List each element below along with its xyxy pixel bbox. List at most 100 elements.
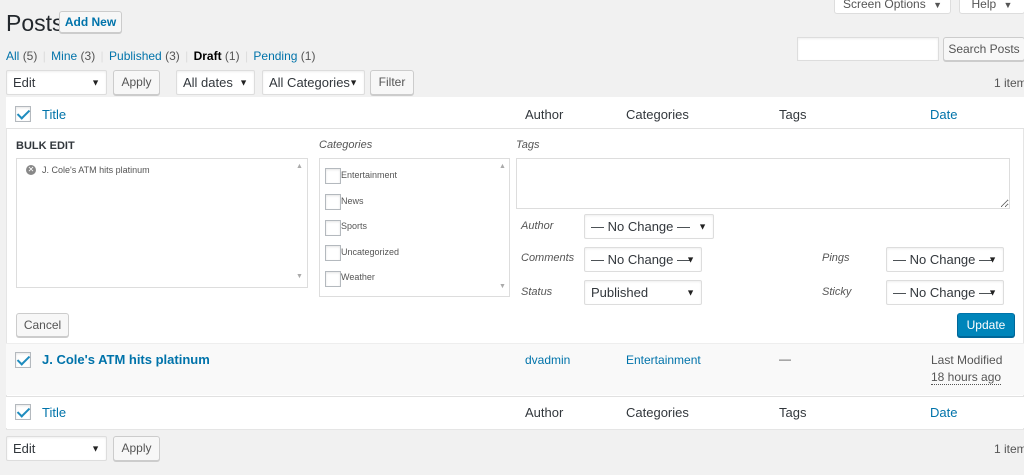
screen-options-label: Screen Options	[843, 0, 926, 11]
table-row	[6, 343, 1024, 395]
chevron-down-icon: ▼	[988, 254, 997, 264]
category-checkbox-news[interactable]	[325, 194, 341, 210]
author-column-footer: Author	[525, 405, 564, 420]
title-column-footer[interactable]: Title	[42, 405, 66, 420]
status-select-value: Published	[591, 285, 649, 300]
search-posts-button[interactable]: Search Posts	[943, 37, 1024, 61]
comments-label: Comments	[521, 252, 575, 264]
filter-pending-count: (1)	[300, 49, 316, 63]
status-select[interactable]: Published ▼	[584, 280, 702, 305]
table-header-row	[6, 97, 1024, 129]
caret-down-icon: ▼	[1003, 0, 1013, 10]
scroll-up-icon[interactable]: ▲	[499, 163, 506, 170]
comments-select[interactable]: — No Change — ▼	[584, 247, 702, 272]
filter-mine-count: (3)	[80, 49, 96, 63]
filter-all-count: (5)	[22, 49, 38, 63]
post-author-link[interactable]: dvadmin	[525, 353, 570, 367]
items-count-bottom: 1 item	[994, 442, 1024, 456]
chevron-down-icon: ▼	[698, 221, 707, 231]
dates-filter-select[interactable]: All dates ▼	[176, 70, 255, 95]
filter-draft-count: (1)	[224, 49, 240, 63]
search-input[interactable]	[797, 37, 939, 61]
filter-draft-link[interactable]: Draft	[194, 49, 222, 63]
category-checkbox-weather[interactable]	[325, 271, 341, 287]
category-label-weather: Weather	[341, 272, 375, 282]
sticky-select[interactable]: — No Change — ▼	[886, 280, 1004, 305]
sticky-select-value: — No Change —	[893, 285, 992, 300]
scroll-up-icon[interactable]: ▲	[296, 163, 303, 170]
post-date-value: 18 hours ago	[931, 370, 1002, 385]
sticky-label: Sticky	[822, 286, 852, 298]
filter-published-link[interactable]: Published	[109, 49, 162, 63]
author-label: Author	[521, 220, 554, 232]
scroll-down-icon[interactable]: ▼	[296, 273, 303, 280]
category-label-entertainment: Entertainment	[341, 170, 398, 180]
status-label: Status	[521, 286, 553, 298]
apply-bottom-button[interactable]: Apply	[113, 436, 160, 461]
categories-column-header: Categories	[626, 107, 689, 122]
scroll-down-icon[interactable]: ▼	[499, 283, 506, 290]
bulk-actions-bottom-select[interactable]: Edit ▼	[6, 436, 107, 461]
category-checkbox-entertainment[interactable]	[325, 168, 341, 184]
filter-published-label: Published	[109, 49, 162, 63]
filter-mine-label: Mine	[51, 49, 78, 63]
filter-draft-label: Draft	[193, 49, 222, 63]
post-title-link[interactable]: J. Cole's ATM hits platinum	[42, 352, 210, 367]
category-label-news: News	[341, 196, 364, 206]
add-new-button[interactable]: Add New	[59, 11, 122, 33]
author-select[interactable]: — No Change — ▼	[584, 214, 714, 239]
filter-all-label: All	[6, 49, 20, 63]
categories-scrollbar[interactable]: ▲ ▼	[497, 159, 509, 296]
tags-column-footer: Tags	[779, 405, 807, 420]
post-category-link[interactable]: Entertainment	[626, 353, 701, 367]
help-button[interactable]: Help ▼	[959, 0, 1024, 14]
filter-all-link[interactable]: All	[6, 49, 19, 63]
screen-options-button[interactable]: Screen Options ▼	[834, 0, 951, 14]
remove-icon[interactable]: ✕	[26, 165, 36, 175]
separator: |	[244, 49, 249, 63]
category-checkbox-uncategorized[interactable]	[325, 245, 341, 261]
separator: |	[42, 49, 46, 63]
separator: |	[100, 49, 104, 63]
apply-button[interactable]: Apply	[113, 70, 160, 95]
filter-pending-link[interactable]: Pending	[253, 49, 297, 63]
select-all-checkbox[interactable]	[15, 106, 31, 122]
cancel-button[interactable]: Cancel	[16, 313, 69, 337]
title-column-header[interactable]: Title	[42, 107, 66, 122]
chevron-down-icon: ▼	[239, 77, 248, 87]
chevron-down-icon: ▼	[91, 443, 100, 453]
categories-filter-value: All Categories	[269, 75, 350, 90]
bulk-edit-heading: BULK EDIT	[16, 140, 75, 152]
row-select-checkbox[interactable]	[15, 352, 31, 368]
categories-filter-select[interactable]: All Categories ▼	[262, 70, 365, 95]
pings-select[interactable]: — No Change — ▼	[886, 247, 1004, 272]
date-column-footer[interactable]: Date	[930, 405, 957, 420]
bulk-edit-post-title: J. Cole's ATM hits platinum	[42, 165, 150, 175]
bulk-actions-select[interactable]: Edit ▼	[6, 70, 107, 95]
pings-select-value: — No Change —	[893, 252, 992, 267]
table-footer-row	[6, 396, 1024, 428]
tags-label: Tags	[516, 139, 540, 151]
tags-column-header: Tags	[779, 107, 807, 122]
status-filter-links: All (5) | Mine (3) | Published (3) | Dra…	[6, 49, 315, 63]
chevron-down-icon: ▼	[91, 77, 100, 87]
post-list-scrollbar[interactable]: ▲ ▼	[294, 159, 306, 287]
category-label-sports: Sports	[341, 221, 368, 231]
update-button[interactable]: Update	[957, 313, 1015, 337]
date-column-header[interactable]: Date	[930, 107, 957, 122]
caret-down-icon: ▼	[933, 0, 942, 10]
page-title: Posts	[6, 10, 64, 36]
filter-button[interactable]: Filter	[370, 70, 414, 95]
category-label-uncategorized: Uncategorized	[341, 247, 400, 257]
category-checkbox-sports[interactable]	[325, 220, 341, 236]
comments-select-value: — No Change —	[591, 252, 690, 267]
tags-textarea[interactable]	[516, 158, 1010, 209]
pings-label: Pings	[822, 252, 850, 264]
post-tags: —	[779, 352, 791, 366]
author-column-header: Author	[525, 107, 564, 122]
categories-label: Categories	[319, 139, 373, 151]
select-all-footer-checkbox[interactable]	[15, 404, 31, 420]
bulk-edit-post-list[interactable]: ✕ J. Cole's ATM hits platinum ▲ ▼	[16, 158, 308, 288]
filter-mine-link[interactable]: Mine	[51, 49, 77, 63]
chevron-down-icon: ▼	[686, 254, 695, 264]
